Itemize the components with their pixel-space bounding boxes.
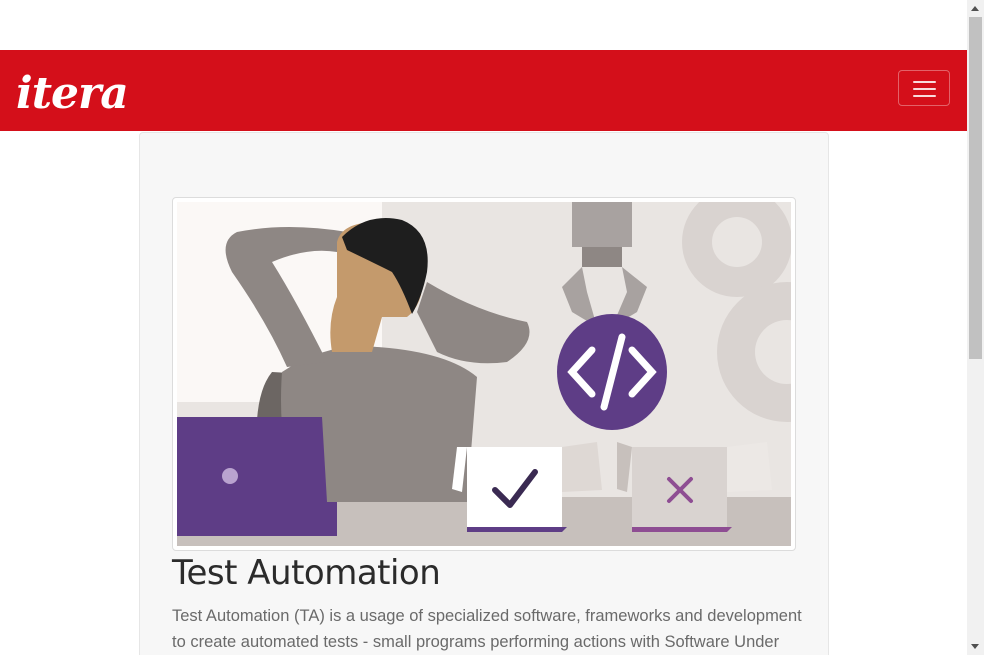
image-thumbnail	[172, 197, 796, 551]
vertical-scrollbar[interactable]	[967, 0, 984, 655]
hamburger-icon-line	[913, 88, 936, 90]
scrollbar-thumb[interactable]	[969, 17, 982, 359]
hamburger-icon-line	[913, 95, 936, 97]
menu-toggle-button[interactable]	[898, 70, 950, 106]
scroll-up-arrow-icon[interactable]	[967, 0, 984, 17]
service-card: Test Automation Test Automation (TA) is …	[139, 132, 829, 655]
page-title: Test Automation	[172, 553, 441, 593]
scroll-down-arrow-icon[interactable]	[967, 638, 984, 655]
svg-text:itera: itera	[16, 68, 128, 116]
service-description: Test Automation (TA) is a usage of speci…	[172, 607, 802, 651]
test-automation-illustration	[177, 202, 791, 546]
itera-logo[interactable]: itera	[16, 68, 161, 116]
site-header: itera	[0, 50, 968, 131]
hamburger-icon	[913, 81, 936, 83]
